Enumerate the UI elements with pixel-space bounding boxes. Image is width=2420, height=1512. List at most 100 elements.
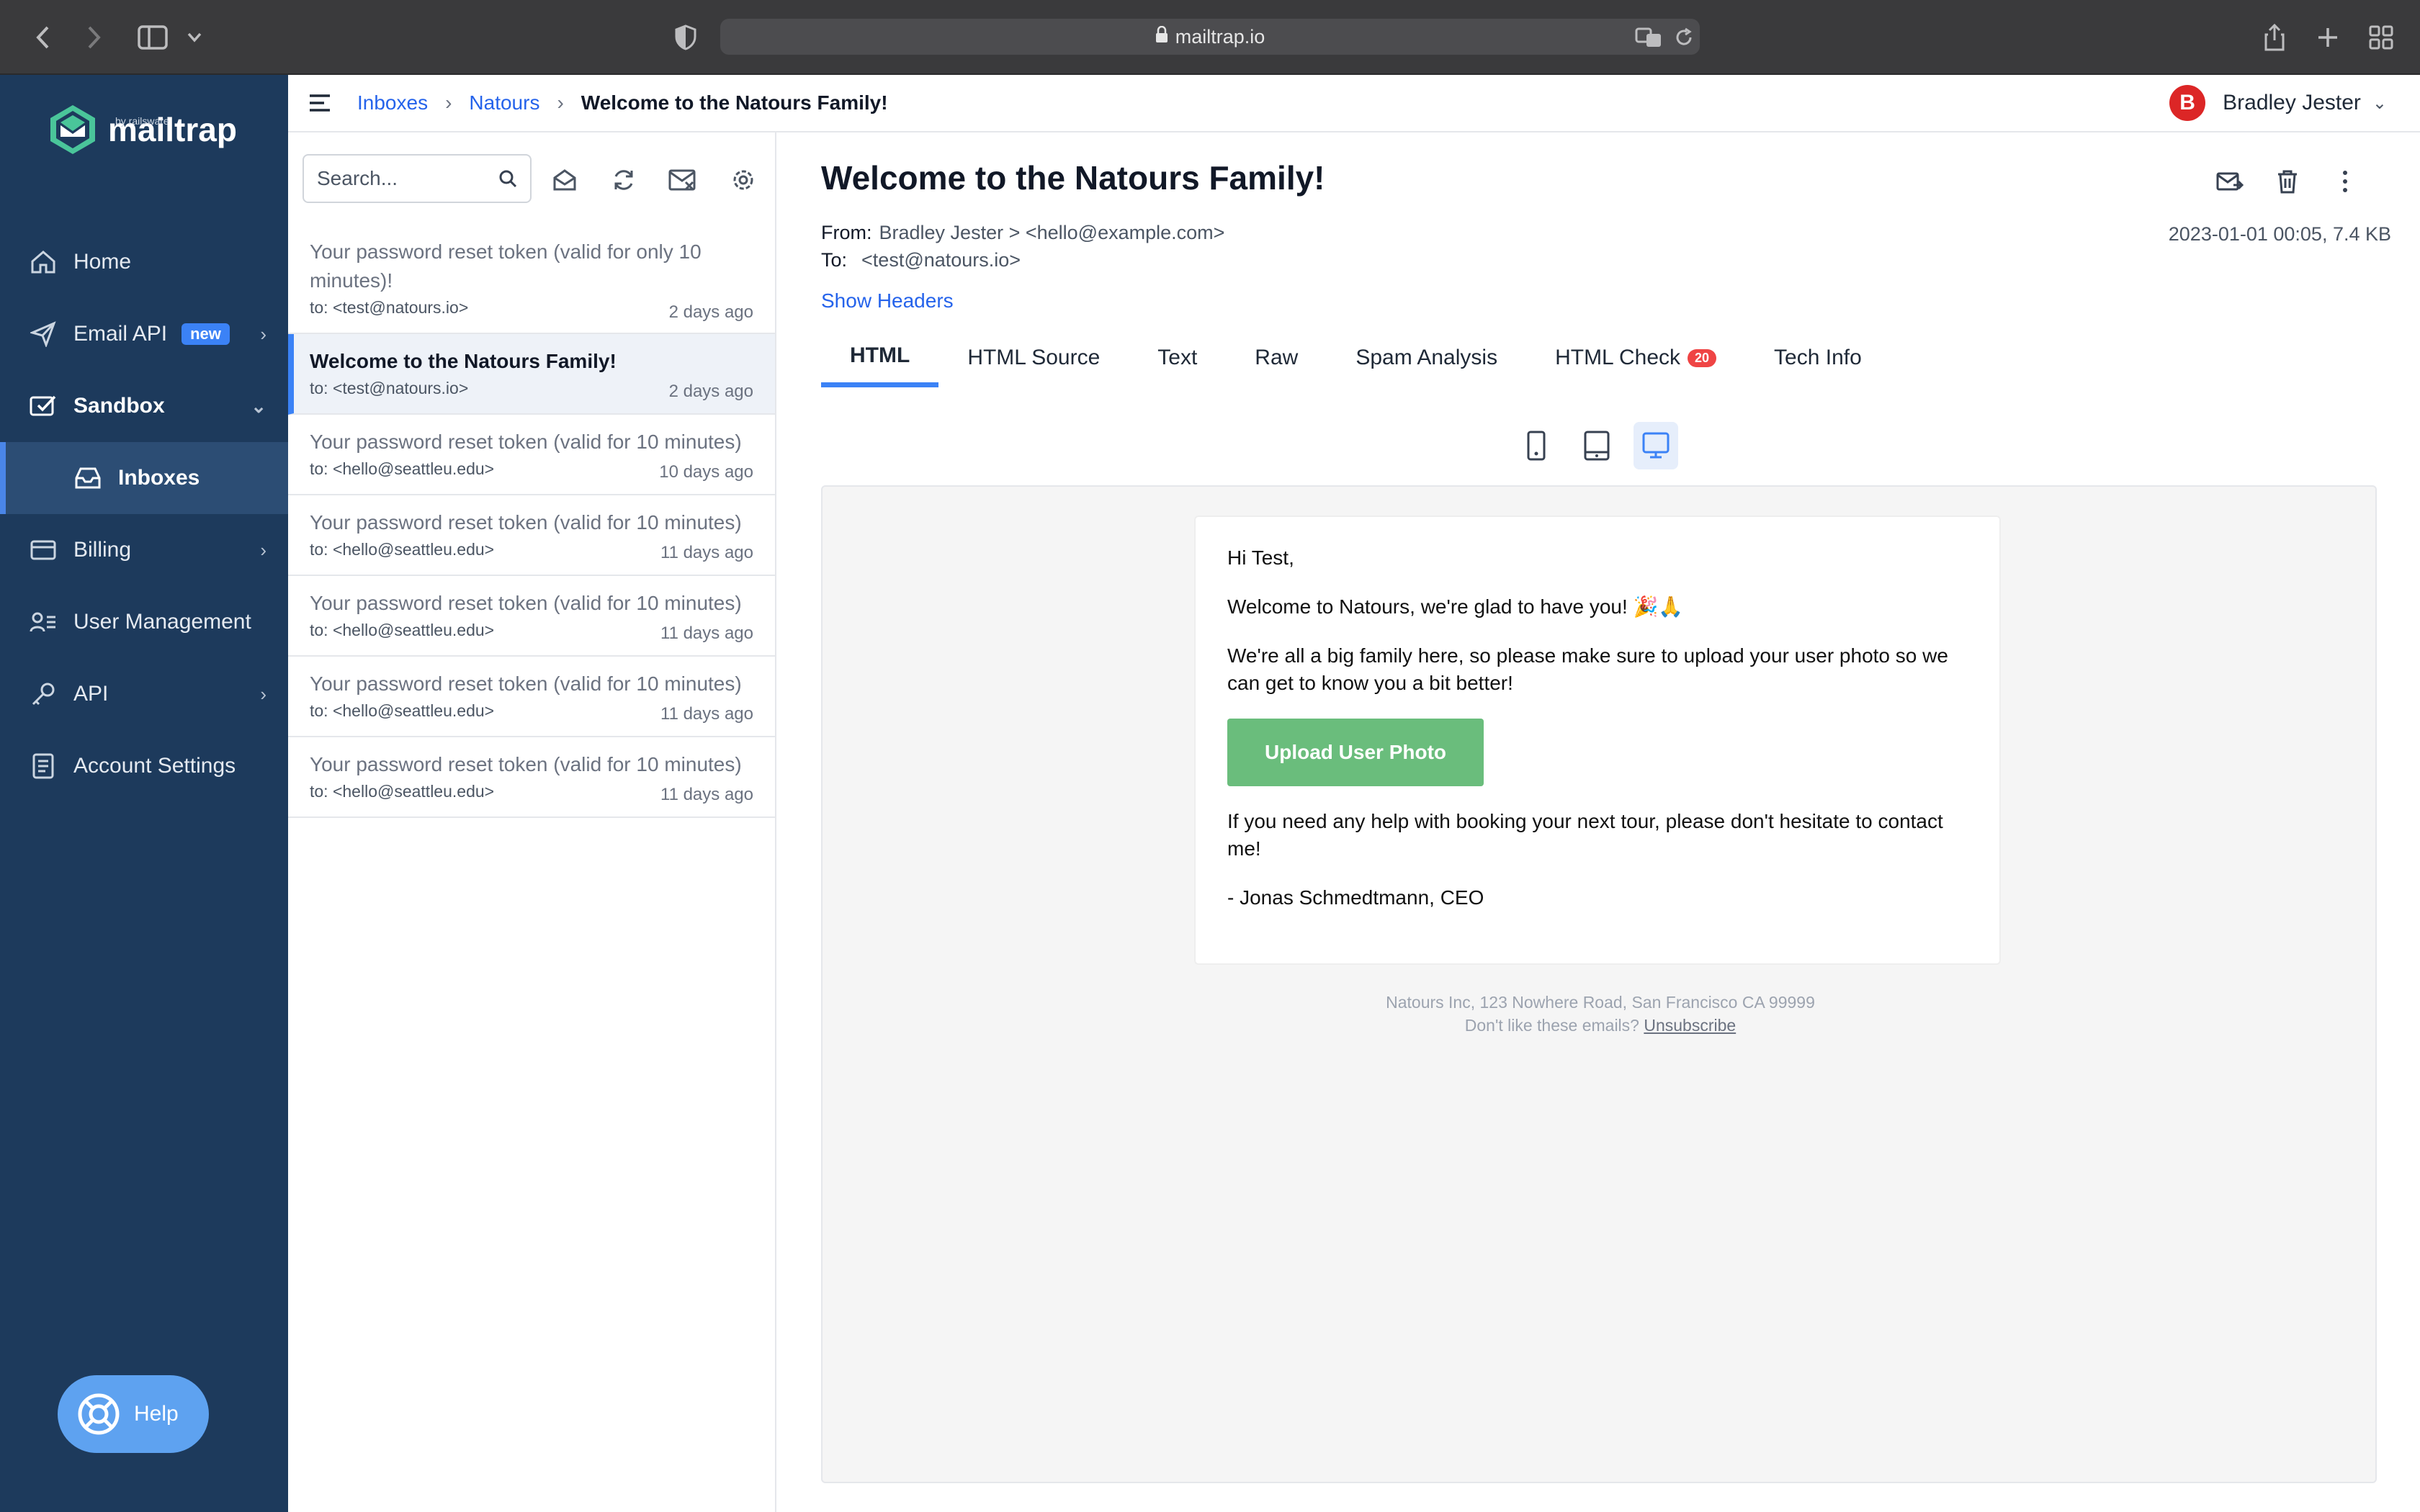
mark-read-icon[interactable] xyxy=(549,164,581,196)
tab-label: HTML xyxy=(850,343,910,367)
share-icon[interactable] xyxy=(2259,22,2290,53)
tab-html-source[interactable]: HTML Source xyxy=(938,328,1129,387)
tab-label: HTML Source xyxy=(967,346,1101,369)
show-headers-link[interactable]: Show Headers xyxy=(821,289,954,312)
list-item[interactable]: Your password reset token (valid for onl… xyxy=(288,225,775,334)
sidebar-item-user-management[interactable]: User Management xyxy=(0,586,288,658)
sidebar-item-inboxes[interactable]: Inboxes xyxy=(0,442,288,514)
tab-label: Raw xyxy=(1255,346,1299,369)
mailtrap-logo[interactable]: mailtrap xyxy=(48,104,237,156)
desktop-view-icon[interactable] xyxy=(1634,422,1678,469)
chevron-down-icon: ⌄ xyxy=(2372,93,2387,113)
breadcrumb-separator-icon: › xyxy=(445,91,452,114)
new-tab-icon[interactable] xyxy=(2312,22,2344,53)
from-label: From: xyxy=(821,222,872,243)
message-date: 2 days ago xyxy=(668,302,753,322)
reload-icon[interactable] xyxy=(1668,22,1700,53)
users-icon xyxy=(27,606,59,638)
sidebar-item-api[interactable]: API › xyxy=(0,658,288,730)
sidebar-item-label: API xyxy=(73,682,109,706)
sidebar-item-sandbox[interactable]: Sandbox ⌄ xyxy=(0,370,288,442)
to-value: <test@natours.io> xyxy=(861,249,1021,271)
tab-html[interactable]: HTML xyxy=(821,328,939,387)
more-vertical-icon[interactable] xyxy=(2329,166,2361,197)
tab-label: Tech Info xyxy=(1774,346,1862,369)
search-box[interactable] xyxy=(302,154,532,203)
chevron-right-icon: › xyxy=(260,539,266,561)
upload-user-photo-button[interactable]: Upload User Photo xyxy=(1227,719,1484,786)
sidebar-item-label: Inboxes xyxy=(118,466,200,490)
gear-icon[interactable] xyxy=(727,164,759,196)
forward-icon[interactable] xyxy=(78,22,109,53)
help-button[interactable]: Help xyxy=(58,1375,209,1453)
list-item[interactable]: Your password reset token (valid for 10 … xyxy=(288,576,775,657)
message-date: 10 days ago xyxy=(659,462,753,482)
list-item[interactable]: Your password reset token (valid for 10 … xyxy=(288,737,775,818)
sidebar-item-label: Email API xyxy=(73,322,168,346)
message-subject: Your password reset token (valid for 10 … xyxy=(310,672,742,695)
tab-tech-info[interactable]: Tech Info xyxy=(1745,328,1891,387)
search-icon[interactable] xyxy=(498,169,517,188)
forward-email-icon[interactable] xyxy=(2214,166,2246,197)
message-subject: Your password reset token (valid for 10 … xyxy=(310,753,742,775)
chevron-down-icon[interactable] xyxy=(179,22,210,53)
search-input[interactable] xyxy=(317,167,490,190)
trash-icon[interactable] xyxy=(2272,166,2303,197)
sidebar-item-billing[interactable]: Billing › xyxy=(0,514,288,586)
message-subject: Welcome to the Natours Family! xyxy=(310,350,617,372)
refresh-icon[interactable] xyxy=(608,164,640,196)
list-item[interactable]: Your password reset token (valid for 10 … xyxy=(288,415,775,495)
lifebuoy-icon xyxy=(76,1392,121,1436)
list-item[interactable]: Your password reset token (valid for 10 … xyxy=(288,657,775,737)
menu-icon[interactable] xyxy=(308,94,331,112)
new-badge: new xyxy=(182,323,230,345)
chevron-right-icon: › xyxy=(260,323,266,345)
message-date-size: 2023-01-01 00:05, 7.4 KB xyxy=(2168,223,2391,245)
tab-spam-analysis[interactable]: Spam Analysis xyxy=(1327,328,1526,387)
breadcrumb-inboxes[interactable]: Inboxes xyxy=(357,91,428,114)
clear-inbox-icon[interactable] xyxy=(667,164,699,196)
tab-text[interactable]: Text xyxy=(1129,328,1226,387)
list-item[interactable]: Your password reset token (valid for 10 … xyxy=(288,495,775,576)
chevron-right-icon: › xyxy=(260,683,266,705)
message-list-pane: Your password reset token (valid for onl… xyxy=(288,132,776,1512)
mobile-view-icon[interactable] xyxy=(1514,422,1559,469)
message-date: 11 days ago xyxy=(660,543,753,562)
message-list: Your password reset token (valid for onl… xyxy=(288,225,775,818)
sidebar-item-home[interactable]: Home xyxy=(0,226,288,298)
mailtrap-logo-icon xyxy=(50,105,95,154)
tab-html-check[interactable]: HTML Check 20 xyxy=(1526,328,1745,387)
tablet-view-icon[interactable] xyxy=(1574,422,1619,469)
sidebar-item-account-settings[interactable]: Account Settings xyxy=(0,730,288,802)
chevron-down-icon: ⌄ xyxy=(251,395,266,417)
email-signature: - Jonas Schmedtmann, CEO xyxy=(1227,886,1484,909)
tab-label: Spam Analysis xyxy=(1355,346,1498,369)
breadcrumb-natours[interactable]: Natours xyxy=(469,91,539,114)
email-welcome-text: Welcome to Natours, we're glad to have y… xyxy=(1227,595,1684,618)
breadcrumb-separator-icon: › xyxy=(557,91,564,114)
credit-card-icon xyxy=(27,534,59,566)
sidebar-toggle-icon[interactable] xyxy=(135,22,170,53)
unsubscribe-link[interactable]: Unsubscribe xyxy=(1644,1016,1736,1035)
translate-icon[interactable] xyxy=(1634,22,1665,53)
back-icon[interactable] xyxy=(27,22,59,53)
breadcrumb: Inboxes › Natours › Welcome to the Natou… xyxy=(308,75,888,131)
list-item[interactable]: Welcome to the Natours Family! to: <test… xyxy=(288,334,775,415)
message-date: 11 days ago xyxy=(660,704,753,724)
sidebar-item-label: User Management xyxy=(73,610,251,634)
shield-icon[interactable] xyxy=(670,22,702,53)
user-menu[interactable]: B Bradley Jester ⌄ xyxy=(2169,85,2387,121)
tab-raw[interactable]: Raw xyxy=(1226,328,1327,387)
message-date: 11 days ago xyxy=(660,785,753,804)
lock-icon xyxy=(1155,25,1168,48)
message-subject: Your password reset token (valid for 10 … xyxy=(310,592,742,614)
address-bar[interactable]: mailtrap.io xyxy=(720,19,1700,55)
tab-overview-icon[interactable] xyxy=(2365,22,2397,53)
from-line: From: Bradley Jester > <hello@example.com… xyxy=(821,222,1224,244)
sidebar-item-email-api[interactable]: Email API new › xyxy=(0,298,288,370)
browser-toolbar: mailtrap.io xyxy=(0,0,2420,75)
email-greeting: Hi Test, xyxy=(1227,546,1294,569)
to-line: To: <test@natours.io> xyxy=(821,249,1021,271)
sidebar: mailtrap by railsware Home Email API new… xyxy=(0,75,288,1512)
tab-label: Text xyxy=(1157,346,1198,369)
